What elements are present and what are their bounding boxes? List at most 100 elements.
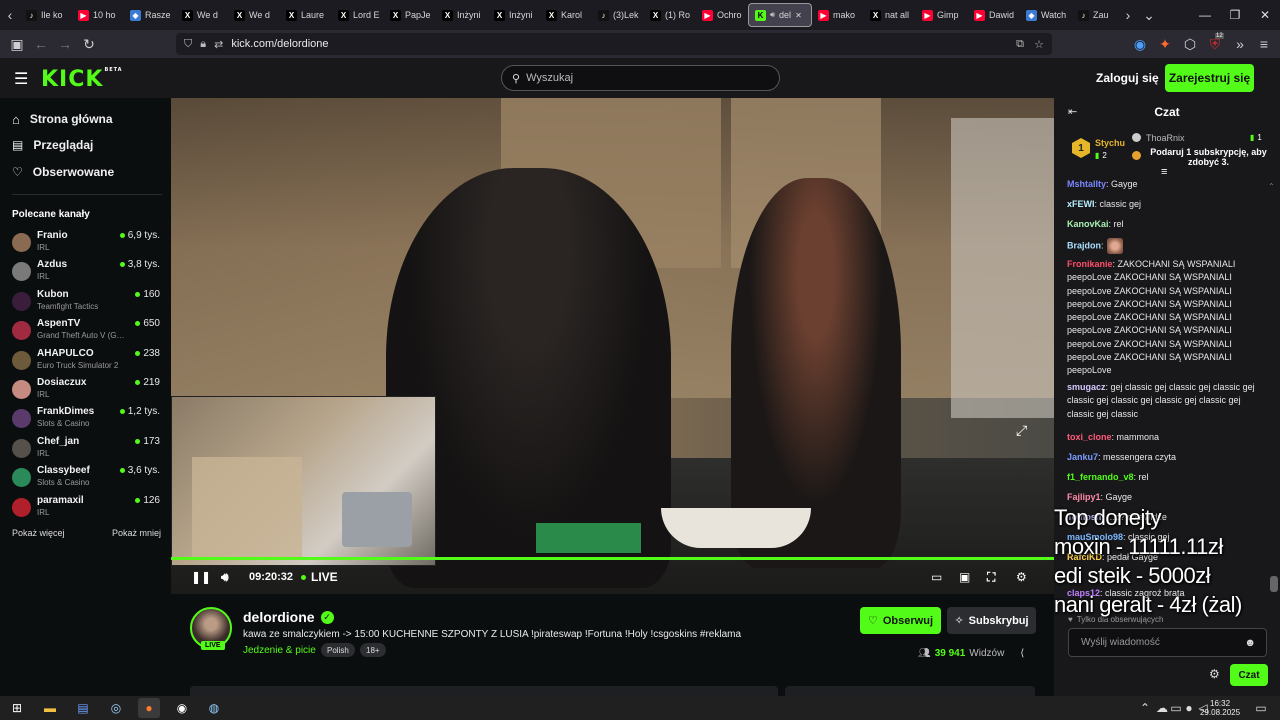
url-text[interactable]: kick.com/delordione: [231, 38, 328, 50]
gift-subscription-prompt[interactable]: Podaruj 1 subskrypcję, aby zdobyć 3.: [1146, 147, 1271, 167]
streamer-name[interactable]: delordione: [243, 609, 315, 625]
send-chat-button[interactable]: Czat: [1230, 664, 1268, 686]
menu-icon[interactable]: ≡: [1252, 32, 1276, 56]
browser-tab[interactable]: ▶ Ochro: [696, 3, 748, 27]
sidebar-toggle-icon[interactable]: ▣: [5, 32, 29, 56]
browser-tab[interactable]: ▶ Dawid: [968, 3, 1020, 27]
url-bar[interactable]: ⛉ 🔒︎ ⇄ kick.com/delordione ⧉ ☆: [176, 33, 1052, 55]
notifications-icon[interactable]: ▭: [1250, 698, 1272, 718]
start-windows-icon[interactable]: ⊞: [6, 698, 28, 718]
extension-shield-icon[interactable]: ◉: [1128, 32, 1152, 56]
ublock-icon[interactable]: ⛨ 12: [1203, 32, 1227, 56]
browser-tab[interactable]: X Laure: [280, 3, 332, 27]
shield-icon[interactable]: ⛉: [184, 38, 192, 51]
stream-category[interactable]: Jedzenie & picie: [243, 645, 316, 656]
video-player[interactable]: ⤢ ❚❚ 🔊︎ 09:20:32 LIVE ▭ ▣ ⛶ ⚙: [171, 98, 1054, 594]
channel-item[interactable]: AspenTV Grand Theft Auto V (G… 650: [12, 318, 160, 346]
extensions-icon[interactable]: ⬡: [1178, 32, 1202, 56]
file-explorer-icon[interactable]: ▬: [39, 698, 61, 718]
chat-username[interactable]: f1_fernando_v8: [1067, 472, 1134, 482]
channel-item[interactable]: paramaxil IRL 126: [12, 495, 160, 523]
firefox-icon[interactable]: ●: [138, 698, 160, 718]
gifter-name[interactable]: ThoaRnix: [1146, 133, 1185, 143]
back-icon[interactable]: ←: [29, 32, 53, 56]
chat-username[interactable]: KanovKai: [1067, 219, 1109, 229]
browser-tab[interactable]: ▶ Gimp: [916, 3, 968, 27]
clip-icon[interactable]: ▭: [931, 568, 942, 586]
tag-language[interactable]: Polish: [321, 643, 355, 657]
share-icon[interactable]: ⟨: [1020, 648, 1024, 659]
browser-tab[interactable]: X Inżyni: [436, 3, 488, 27]
browser-tab[interactable]: ▶ mako: [812, 3, 864, 27]
tab-scroll-left-icon[interactable]: ‹: [0, 3, 20, 27]
chat-username[interactable]: Brajdon: [1067, 240, 1101, 250]
browser-tab[interactable]: X Karol: [540, 3, 592, 27]
close-window-icon[interactable]: ✕: [1250, 0, 1280, 30]
sidebar-item-following[interactable]: ♡ Obserwowane: [12, 161, 114, 183]
pip-expand-icon[interactable]: ⤢: [1016, 422, 1027, 439]
subscribe-button[interactable]: ✧ Subskrybuj: [947, 607, 1036, 634]
tab-list-chevron-down-icon[interactable]: ⌄: [1137, 3, 1161, 27]
show-more-button[interactable]: Pokaż więcej: [12, 528, 65, 538]
expand-leaderboard-icon[interactable]: ≡: [1161, 166, 1167, 178]
browser-tab[interactable]: ♪ Ile ko: [20, 3, 72, 27]
chat-username[interactable]: Fronikanie: [1067, 259, 1113, 269]
browser-tab[interactable]: X We d: [228, 3, 280, 27]
settings-gear-icon[interactable]: ⚙: [1016, 568, 1027, 586]
app-icon[interactable]: ◍: [203, 698, 225, 718]
restore-icon[interactable]: ❐: [1220, 0, 1250, 30]
browser-tab[interactable]: X We d: [176, 3, 228, 27]
obs-icon[interactable]: ◉: [171, 698, 193, 718]
login-button[interactable]: Zaloguj się: [1090, 66, 1165, 90]
browser-tab[interactable]: ▶ 10 ho: [72, 3, 124, 27]
chat-username[interactable]: Janku7: [1067, 452, 1098, 462]
minimize-icon[interactable]: —: [1190, 0, 1220, 30]
show-less-button[interactable]: Pokaż mniej: [112, 528, 161, 538]
theater-mode-icon[interactable]: ▣: [959, 568, 970, 586]
leader-name[interactable]: Stychu: [1095, 138, 1125, 148]
system-clock[interactable]: 16:32 29.08.2025: [1200, 699, 1240, 717]
pause-icon[interactable]: ❚❚: [191, 568, 211, 586]
browser-tab[interactable]: ◆ Watch: [1020, 3, 1072, 27]
chat-username[interactable]: Fajlipy1: [1067, 492, 1101, 502]
channel-item[interactable]: Franio IRL 6,9 tys.: [12, 230, 160, 258]
browser-tab[interactable]: ◆ Rasze: [124, 3, 176, 27]
browser-tab[interactable]: X (1) Ro: [644, 3, 696, 27]
browser-tab[interactable]: ♪ (3)Lek: [592, 3, 644, 27]
emoji-icon[interactable]: ☻: [1244, 637, 1256, 649]
channel-item[interactable]: FrankDimes Slots & Casino 1,2 tys.: [12, 406, 160, 434]
channel-item[interactable]: AHAPULCO Euro Truck Simulator 2 238: [12, 348, 160, 376]
browser-tab[interactable]: X PapJe: [384, 3, 436, 27]
overflow-chevron-icon[interactable]: »: [1228, 32, 1252, 56]
chat-scroll-up-icon[interactable]: ⌃: [1268, 182, 1275, 191]
chat-input[interactable]: Wyślij wiadomość ☻: [1068, 628, 1267, 657]
forward-icon[interactable]: →: [53, 32, 77, 56]
app-icon[interactable]: ▤: [72, 698, 94, 718]
kick-logo[interactable]: KICKBETA: [41, 67, 123, 92]
fullscreen-icon[interactable]: ⛶: [987, 568, 995, 586]
channel-item[interactable]: Kubon Teamfight Tactics 160: [12, 289, 160, 317]
steam-icon[interactable]: ◎: [105, 698, 127, 718]
bookmark-star-icon[interactable]: ☆: [1034, 38, 1044, 51]
register-button[interactable]: Zarejestruj się: [1165, 64, 1254, 92]
channel-item[interactable]: Azdus IRL 3,8 tys.: [12, 259, 160, 287]
tag-age[interactable]: 18+: [360, 643, 386, 657]
close-tab-icon[interactable]: ✕: [795, 11, 802, 20]
browser-tab[interactable]: X Lord E: [332, 3, 384, 27]
lock-icon[interactable]: 🔒︎: [200, 38, 206, 51]
permissions-icon[interactable]: ⇄: [214, 38, 223, 51]
search-input[interactable]: ⚲ Wyszukaj: [501, 65, 780, 91]
hamburger-menu-icon[interactable]: ☰: [14, 69, 28, 89]
sidebar-item-home[interactable]: ⌂ Strona główna: [12, 108, 113, 130]
reload-icon[interactable]: ↻: [77, 32, 101, 56]
speaker-icon[interactable]: 🔊︎: [770, 10, 775, 20]
chat-username[interactable]: Mshtallty: [1067, 179, 1106, 189]
volume-icon[interactable]: 🔊︎: [221, 568, 229, 586]
chat-username[interactable]: toxi_clone: [1067, 432, 1112, 442]
sidebar-item-browse[interactable]: ▤ Przeglądaj: [12, 134, 93, 156]
channel-item[interactable]: Classybeef Slots & Casino 3,6 tys.: [12, 465, 160, 493]
channel-item[interactable]: Chef_jan IRL 173: [12, 436, 160, 464]
browser-tab[interactable]: Xnat all: [864, 3, 916, 27]
extension-fox-icon[interactable]: ✦: [1153, 32, 1177, 56]
browser-tab[interactable]: X Inżyni: [488, 3, 540, 27]
